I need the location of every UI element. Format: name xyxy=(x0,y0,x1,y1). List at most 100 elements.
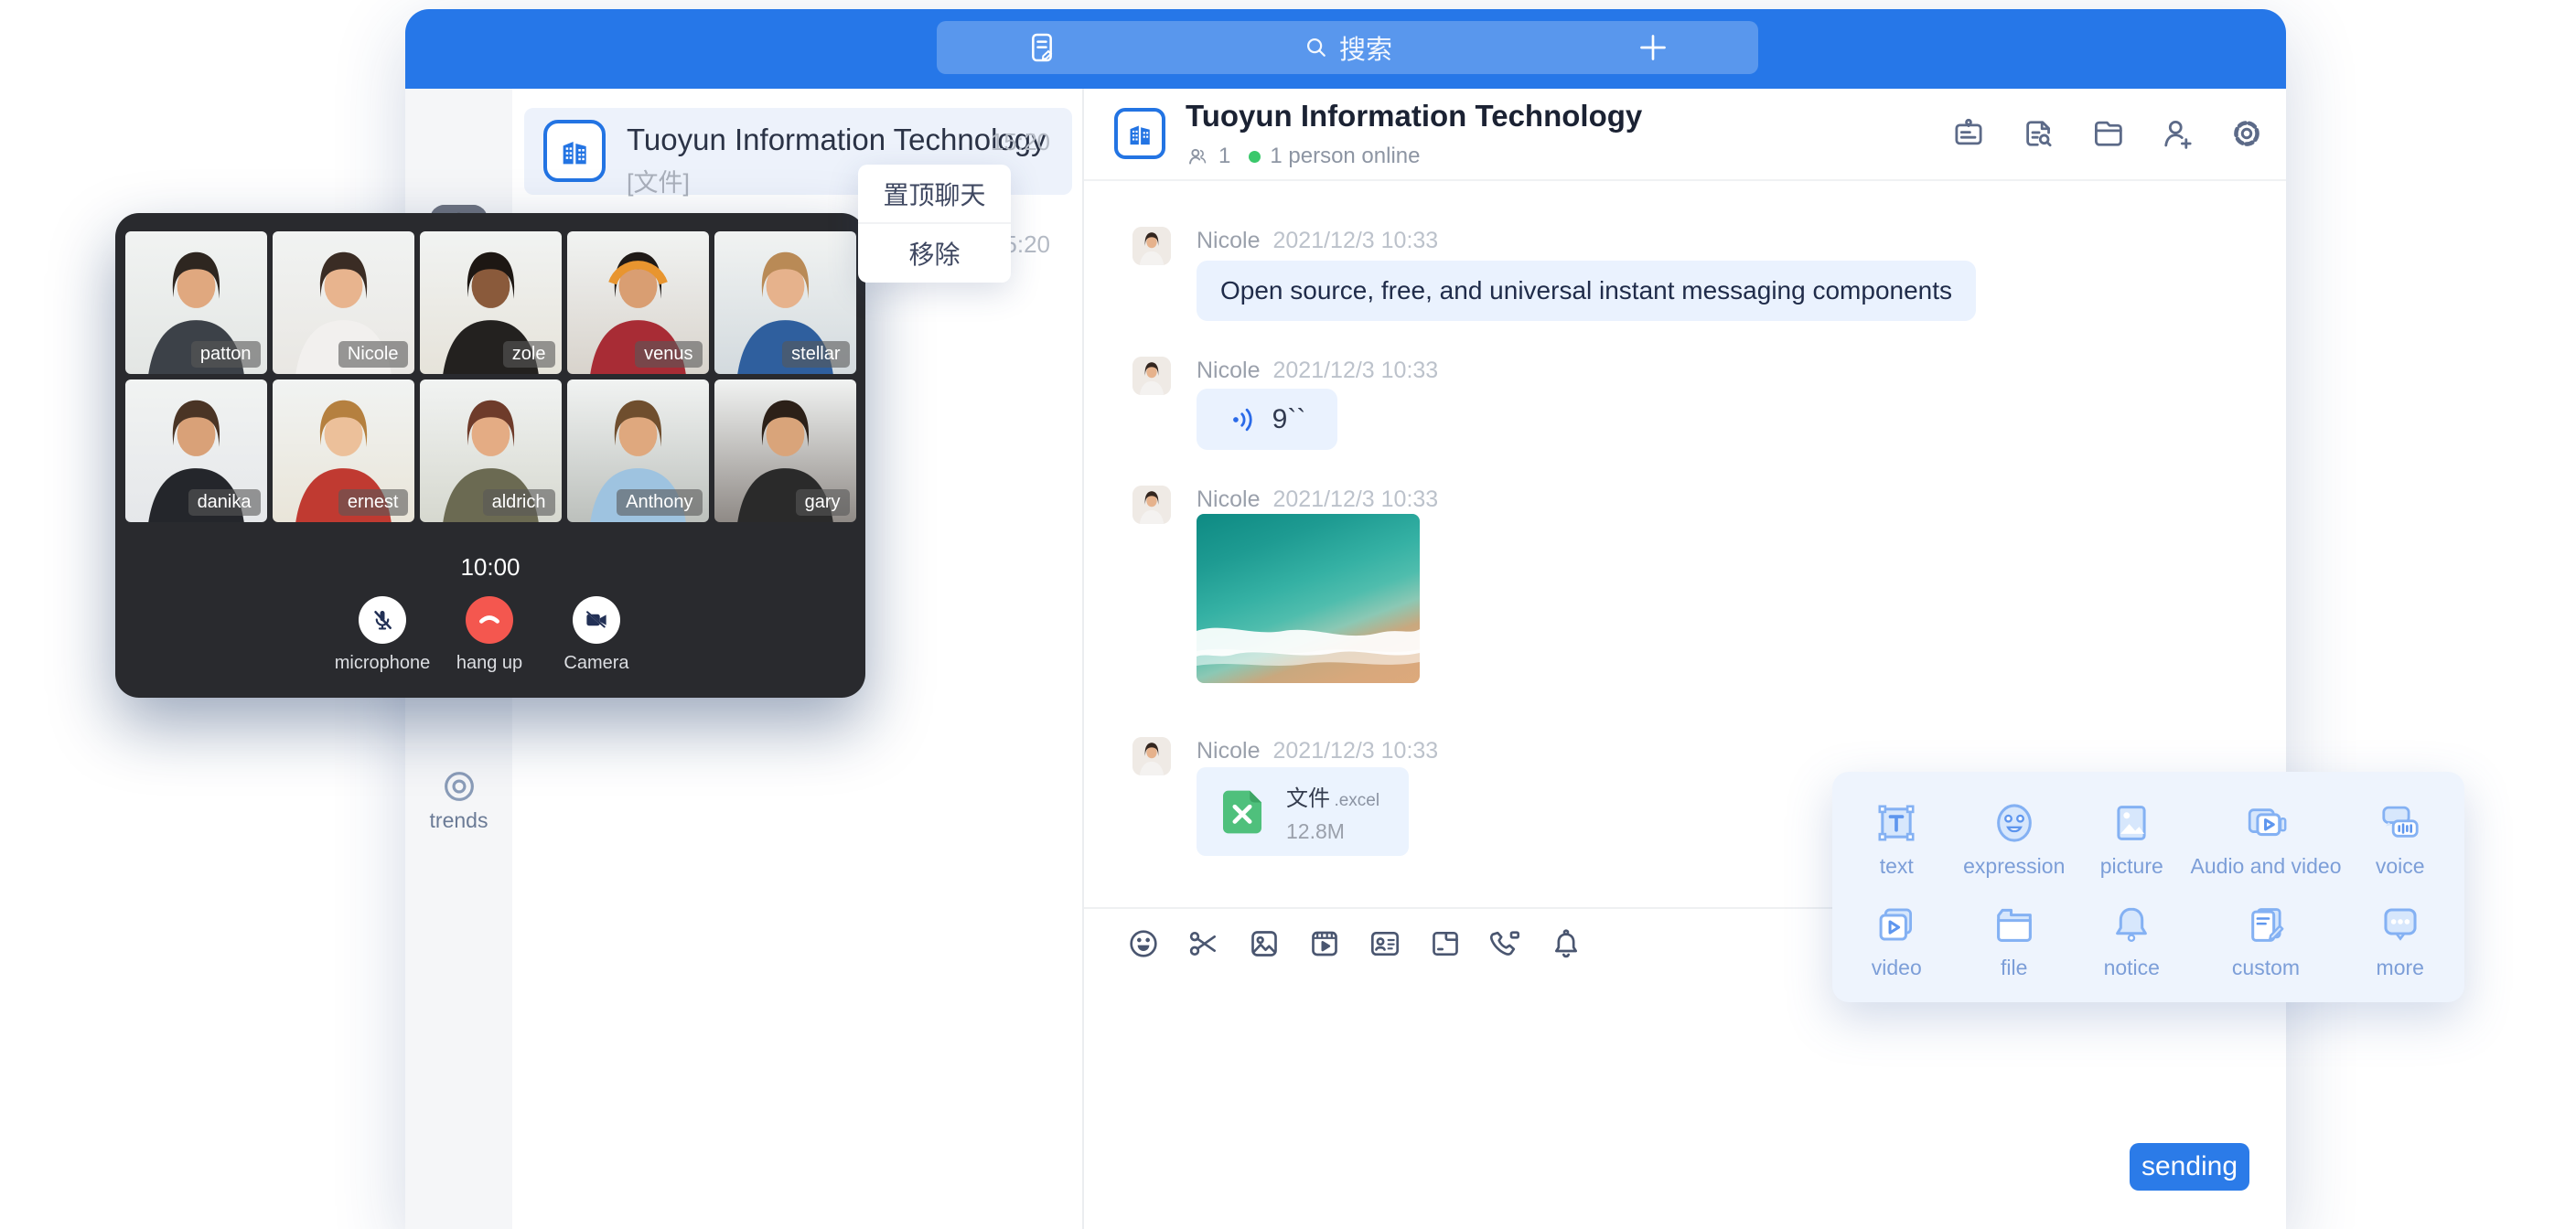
panel-item-custom[interactable]: custom xyxy=(2191,890,2342,991)
chat-header: Tuoyun Information Technology 1 1 person… xyxy=(1084,89,2286,181)
participant-tile[interactable]: ernest xyxy=(273,379,414,522)
camera-off-button[interactable] xyxy=(573,596,620,644)
notification-bell-icon[interactable] xyxy=(1548,925,1584,962)
voice-message-bubble[interactable]: 9`` xyxy=(1197,389,1337,450)
voice-icon xyxy=(2377,799,2424,847)
participant-tile[interactable]: gary xyxy=(714,379,856,522)
group-notice-icon[interactable] xyxy=(1949,114,1988,153)
call-timer: 10:00 xyxy=(115,553,865,582)
video-clip-icon[interactable] xyxy=(1306,925,1343,962)
chat-title: Tuoyun Information Technology xyxy=(1186,99,1642,134)
sender-name: Nicole xyxy=(1197,358,1260,383)
file-message-bubble[interactable]: 文件 .excel 12.8M xyxy=(1197,767,1409,856)
message-avatar[interactable] xyxy=(1132,227,1171,265)
panel-label: more xyxy=(2377,956,2424,980)
participant-tile[interactable]: venus xyxy=(567,231,709,374)
settings-gear-icon[interactable] xyxy=(2227,114,2266,153)
panel-item-notice[interactable]: notice xyxy=(2073,890,2191,991)
participant-name: venus xyxy=(635,341,702,368)
trends-label: trends xyxy=(405,808,512,833)
online-dot xyxy=(1249,151,1261,163)
send-button[interactable]: sending xyxy=(2130,1143,2249,1191)
conversation-title: Tuoyun Information Technology xyxy=(627,123,1046,157)
panel-label: notice xyxy=(2104,956,2160,980)
notice-bell-icon xyxy=(2108,901,2155,948)
contact-card-icon[interactable] xyxy=(1367,925,1403,962)
search-placeholder: 搜索 xyxy=(1339,28,1392,67)
message-header: Nicole 2021/12/3 10:33 xyxy=(1197,738,1438,764)
panel-item-video[interactable]: video xyxy=(1838,890,1956,991)
microphone-mute-button[interactable] xyxy=(359,596,406,644)
microphone-control: microphone xyxy=(327,596,437,674)
file-folder-icon xyxy=(1991,901,2038,948)
menu-item-pin-chat[interactable]: 置顶聊天 xyxy=(858,165,1011,222)
panel-item-expression[interactable]: expression xyxy=(1956,788,2074,890)
online-status: 1 person online xyxy=(1270,144,1420,169)
member-count: 1 xyxy=(1218,144,1230,169)
audio-video-icon xyxy=(2242,799,2290,847)
picture-icon xyxy=(2108,799,2155,847)
file-info: 文件 .excel 12.8M xyxy=(1286,780,1379,844)
panel-item-picture[interactable]: picture xyxy=(2073,788,2191,890)
participant-tile[interactable]: zole xyxy=(420,231,562,374)
call-icon[interactable] xyxy=(1487,925,1524,962)
participant-tile[interactable]: Anthony xyxy=(567,379,709,522)
panel-item-more[interactable]: more xyxy=(2341,890,2459,991)
video-call-overlay: patton Nicole zole venus stellar danika xyxy=(115,213,865,698)
image-message-beach[interactable] xyxy=(1197,514,1420,683)
participant-tile[interactable]: stellar xyxy=(714,231,856,374)
message-avatar[interactable] xyxy=(1132,486,1171,524)
participant-name: ernest xyxy=(338,489,408,516)
panel-label: Audio and video xyxy=(2191,854,2342,879)
message-header: Nicole2021/12/3 10:33 xyxy=(1197,486,1438,513)
screenshot-scissors-icon[interactable] xyxy=(1186,925,1222,962)
message-time: 2021/12/3 10:33 xyxy=(1272,358,1438,383)
file-name: 文件 xyxy=(1286,786,1330,811)
hang-up-icon xyxy=(476,606,503,634)
mic-muted-icon xyxy=(369,606,396,634)
search-center[interactable]: 搜索 xyxy=(1303,28,1392,67)
message-header: Nicole 2021/12/3 10:33 xyxy=(1197,358,1438,384)
message-time: 2021/12/3 10:33 xyxy=(1272,738,1438,764)
file-size: 12.8M xyxy=(1286,819,1379,844)
hang-up-button[interactable] xyxy=(466,596,513,644)
file-icon[interactable] xyxy=(2088,114,2127,153)
message-avatar[interactable] xyxy=(1132,737,1171,775)
top-bar: 搜索 xyxy=(405,9,2286,89)
expression-icon xyxy=(1991,799,2038,847)
search-bar[interactable]: 搜索 xyxy=(937,21,1758,74)
participant-name: stellar xyxy=(782,341,849,368)
camera-label: Camera xyxy=(564,653,628,674)
panel-item-voice[interactable]: voice xyxy=(2341,788,2459,890)
hangup-control: hang up xyxy=(435,596,544,674)
nav-item-trends[interactable]: trends xyxy=(405,767,512,833)
text-icon xyxy=(1873,799,1920,847)
menu-item-remove[interactable]: 移除 xyxy=(858,224,1011,282)
panel-label: picture xyxy=(2100,854,2163,879)
participant-grid: patton Nicole zole venus stellar danika xyxy=(123,231,857,522)
folder-icon[interactable] xyxy=(1427,925,1464,962)
panel-item-audio-video[interactable]: Audio and video xyxy=(2191,788,2342,890)
panel-label: expression xyxy=(1963,854,2065,879)
chat-main: Tuoyun Information Technology 1 1 person… xyxy=(1084,89,2286,1229)
message-avatar[interactable] xyxy=(1132,357,1171,395)
participant-tile[interactable]: danika xyxy=(125,379,267,522)
sender-name: Nicole xyxy=(1197,738,1260,764)
message-time: 2021/12/3 10:33 xyxy=(1272,228,1438,253)
chat-history-search-icon[interactable] xyxy=(2019,114,2057,153)
video-icon xyxy=(1873,901,1920,948)
image-icon[interactable] xyxy=(1246,925,1283,962)
panel-item-text[interactable]: text xyxy=(1838,788,1956,890)
plus-icon[interactable] xyxy=(1635,29,1671,66)
participant-tile[interactable]: Nicole xyxy=(273,231,414,374)
participant-tile[interactable]: aldrich xyxy=(420,379,562,522)
building-icon xyxy=(1124,118,1155,149)
panel-item-file[interactable]: file xyxy=(1956,890,2074,991)
notes-icon[interactable] xyxy=(1024,29,1060,66)
participant-name: gary xyxy=(796,489,850,516)
participant-tile[interactable]: patton xyxy=(125,231,267,374)
text-message-bubble[interactable]: Open source, free, and universal instant… xyxy=(1197,261,1976,321)
emoji-icon[interactable] xyxy=(1125,925,1162,962)
add-member-icon[interactable] xyxy=(2158,114,2196,153)
search-icon xyxy=(1303,34,1330,61)
